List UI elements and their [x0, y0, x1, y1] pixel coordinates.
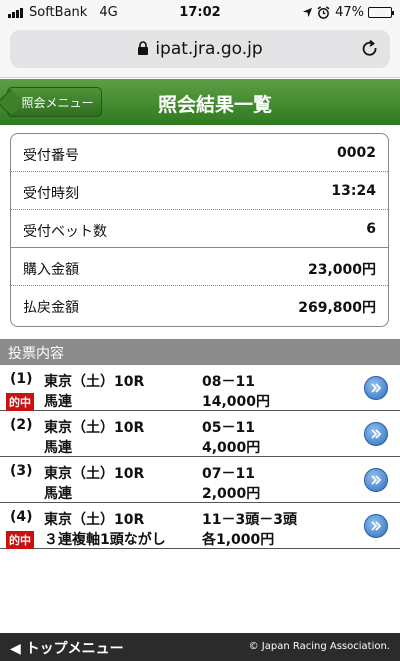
status-bar: SoftBank 4G 17:02 47%: [0, 0, 400, 26]
summary-label: 受付ベット数: [23, 224, 107, 240]
bet-combination: 07－11: [202, 466, 255, 482]
summary-box: 受付番号 0002 受付時刻 13:24 受付ベット数 6 購入金額 23,00…: [10, 133, 389, 327]
summary-label: 購入金額: [23, 262, 79, 278]
summary-value: 6: [366, 221, 376, 237]
bet-combination: 05－11: [202, 420, 255, 436]
url-text: ipat.jra.go.jp: [155, 39, 263, 59]
page-header: 照会メニュー 照会結果一覧: [0, 79, 400, 125]
bet-type: 馬連: [44, 486, 72, 502]
top-menu-link[interactable]: ◀ トップメニュー: [10, 638, 124, 658]
summary-row: 受付ベット数 6: [11, 210, 388, 248]
bet-row[interactable]: (3) 東京（土）10R 馬連 07－11 2,000円: [0, 457, 400, 503]
battery-icon: [368, 7, 394, 18]
status-right: 47%: [302, 5, 394, 20]
bet-list: (1) 的中 東京（土）10R 馬連 08－11 14,000円 (2) 東京（…: [0, 365, 400, 549]
page-title: 照会結果一覧: [157, 94, 272, 116]
summary-value: 23,000円: [307, 262, 376, 278]
alarm-icon: [317, 6, 330, 19]
bet-type: 馬連: [44, 394, 72, 410]
summary-row: 購入金額 23,000円: [11, 248, 388, 286]
bet-amount: 4,000円: [202, 440, 261, 456]
bet-row[interactable]: (1) 的中 東京（土）10R 馬連 08－11 14,000円: [0, 365, 400, 411]
summary-row: 受付番号 0002: [11, 134, 388, 172]
bet-type: ３連複軸1頭ながし: [44, 532, 166, 548]
bet-race: 東京（土）10R: [44, 466, 145, 482]
url-display: ipat.jra.go.jp: [10, 39, 390, 59]
location-icon: [303, 7, 313, 18]
bet-number: (4): [10, 509, 33, 525]
chevron-right-icon[interactable]: [364, 422, 388, 446]
bet-amount: 2,000円: [202, 486, 261, 502]
hit-badge: 的中: [6, 393, 34, 411]
copyright-text: © Japan Racing Association.: [248, 641, 390, 652]
reload-icon[interactable]: [360, 39, 380, 59]
bet-race: 東京（土）10R: [44, 374, 145, 390]
summary-label: 受付番号: [23, 148, 79, 164]
bet-number: (1): [10, 371, 33, 387]
chevron-right-icon[interactable]: [364, 514, 388, 538]
chevron-right-icon[interactable]: [364, 468, 388, 492]
summary-value: 269,800円: [298, 300, 376, 316]
summary-value: 13:24: [331, 183, 376, 199]
summary-label: 払戻金額: [23, 300, 79, 316]
summary-row: 受付時刻 13:24: [11, 172, 388, 210]
bet-amount: 各1,000円: [202, 532, 275, 548]
bet-row[interactable]: (2) 東京（土）10R 馬連 05－11 4,000円: [0, 411, 400, 457]
summary-value: 0002: [337, 145, 376, 161]
browser-bar: ipat.jra.go.jp: [0, 26, 400, 78]
lock-icon: [138, 41, 149, 55]
hit-badge: 的中: [6, 531, 34, 549]
bet-race: 東京（土）10R: [44, 512, 145, 528]
chevron-right-icon[interactable]: [364, 376, 388, 400]
bet-number: (2): [10, 417, 33, 433]
bet-combination: 08－11: [202, 374, 255, 390]
bet-row[interactable]: (4) 的中 東京（土）10R ３連複軸1頭ながし 11－3頭－3頭 各1,00…: [0, 503, 400, 549]
battery-percent: 47%: [335, 5, 364, 20]
bet-type: 馬連: [44, 440, 72, 456]
section-header: 投票内容: [0, 339, 400, 365]
bet-amount: 14,000円: [202, 394, 271, 410]
bet-race: 東京（土）10R: [44, 420, 145, 436]
bet-number: (3): [10, 463, 33, 479]
footer-bar: ◀ トップメニュー © Japan Racing Association.: [0, 633, 400, 661]
summary-row: 払戻金額 269,800円: [11, 286, 388, 324]
address-bar[interactable]: ipat.jra.go.jp: [10, 30, 390, 68]
summary-label: 受付時刻: [23, 186, 79, 202]
bet-combination: 11－3頭－3頭: [202, 512, 297, 528]
